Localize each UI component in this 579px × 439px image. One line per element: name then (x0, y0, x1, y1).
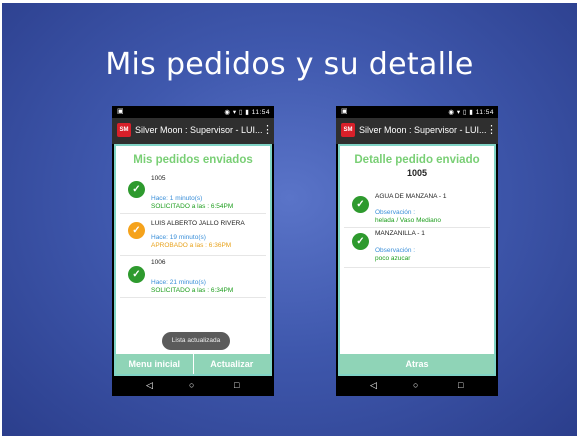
check-icon: ✓ (352, 196, 369, 213)
app-logo-icon: SM (341, 123, 355, 137)
order-ago: Hace: 1 minuto(s) (151, 195, 203, 202)
slide-background: Mis pedidos y su detalle ▣ ◉ ▾ ▯ ▮ 11:54… (2, 3, 577, 436)
order-detail-screen: Detalle pedido enviado 1005 ✓ AGUA DE MA… (338, 144, 496, 376)
recent-apps-icon[interactable]: □ (458, 380, 463, 390)
slide-title: Mis pedidos y su detalle (105, 47, 474, 82)
status-bar: ▣ ◉ ▾ ▯ ▮ 11:54 (336, 106, 498, 118)
android-nav-bar: ◁ ○ □ (336, 376, 498, 396)
order-ago: Hace: 21 minuto(s) (151, 279, 206, 286)
actualizar-button[interactable]: Actualizar (193, 354, 270, 374)
detail-item: ✓ AGUA DE MANZANA - 1 Observación : hela… (344, 188, 490, 228)
back-icon[interactable]: ◁ (146, 380, 153, 391)
button-bar: Atras (340, 354, 494, 374)
app-bar: SM Silver Moon : Supervisor - LUI... ⋮ (336, 118, 498, 144)
order-item[interactable]: ✓ 1005 Hace: 1 minuto(s) SOLICITADO a la… (120, 172, 266, 214)
toast-message: Lista actualizada (162, 332, 230, 350)
order-title: 1006 (151, 259, 166, 266)
order-title: LUIS ALBERTO JALLO RIVERA (151, 220, 245, 227)
observation-value: poco azucar (375, 255, 411, 262)
phone-mis-pedidos: ▣ ◉ ▾ ▯ ▮ 11:54 SM Silver Moon : Supervi… (112, 106, 274, 396)
check-icon: ✓ (128, 222, 145, 239)
order-status: APROBADO a las : 6:36PM (151, 242, 232, 249)
screen-title: Detalle pedido enviado (354, 154, 480, 166)
app-logo-icon: SM (117, 123, 131, 137)
order-item[interactable]: ✓ LUIS ALBERTO JALLO RIVERA Hace: 19 min… (120, 214, 266, 256)
home-icon[interactable]: ○ (413, 380, 418, 390)
order-status: SOLICITADO a las : 6:34PM (151, 287, 234, 294)
observation-label: Observación : (375, 209, 416, 216)
order-item[interactable]: ✓ 1006 Hace: 21 minuto(s) SOLICITADO a l… (120, 256, 266, 298)
menu-inicial-button[interactable]: Menu inicial (116, 354, 194, 374)
app-bar: SM Silver Moon : Supervisor - LUI... ⋮ (112, 118, 274, 144)
observation-label: Observación : (375, 247, 416, 254)
status-icons: ◉ ▾ ▯ ▮ 11:54 (224, 109, 270, 116)
status-bar: ▣ ◉ ▾ ▯ ▮ 11:54 (112, 106, 274, 118)
detail-item: ✓ MANZANILLA - 1 Observación : poco azuc… (344, 228, 490, 268)
notification-icon: ▣ (341, 108, 348, 115)
recent-apps-icon[interactable]: □ (234, 380, 239, 390)
status-icons: ◉ ▾ ▯ ▮ 11:54 (448, 109, 494, 116)
screen-title: Mis pedidos enviados (133, 154, 253, 166)
observation-value: helada / Vaso Mediano (375, 217, 442, 224)
orders-screen: Mis pedidos enviados ✓ 1005 Hace: 1 minu… (114, 144, 272, 376)
order-status: SOLICITADO a las : 6:54PM (151, 203, 234, 210)
notification-icon: ▣ (117, 108, 124, 115)
status-time: 11:54 (251, 109, 270, 116)
item-title: MANZANILLA - 1 (375, 230, 425, 237)
phone-detalle-pedido: ▣ ◉ ▾ ▯ ▮ 11:54 SM Silver Moon : Supervi… (336, 106, 498, 396)
item-title: AGUA DE MANZANA - 1 (375, 193, 447, 200)
order-title: 1005 (151, 175, 166, 182)
order-ago: Hace: 19 minuto(s) (151, 234, 206, 241)
overflow-menu-icon[interactable]: ⋮ (486, 123, 497, 137)
check-icon: ✓ (128, 266, 145, 283)
status-time: 11:54 (475, 109, 494, 116)
home-icon[interactable]: ○ (189, 380, 194, 390)
check-icon: ✓ (128, 181, 145, 198)
atras-button[interactable]: Atras (340, 354, 494, 374)
button-bar: Menu inicial Actualizar (116, 354, 270, 374)
app-title: Silver Moon : Supervisor - LUI... (135, 125, 263, 135)
android-nav-bar: ◁ ○ □ (112, 376, 274, 396)
check-icon: ✓ (352, 233, 369, 250)
order-number: 1005 (406, 168, 428, 178)
overflow-menu-icon[interactable]: ⋮ (262, 123, 273, 137)
back-icon[interactable]: ◁ (370, 380, 377, 391)
app-title: Silver Moon : Supervisor - LUI... (359, 125, 487, 135)
